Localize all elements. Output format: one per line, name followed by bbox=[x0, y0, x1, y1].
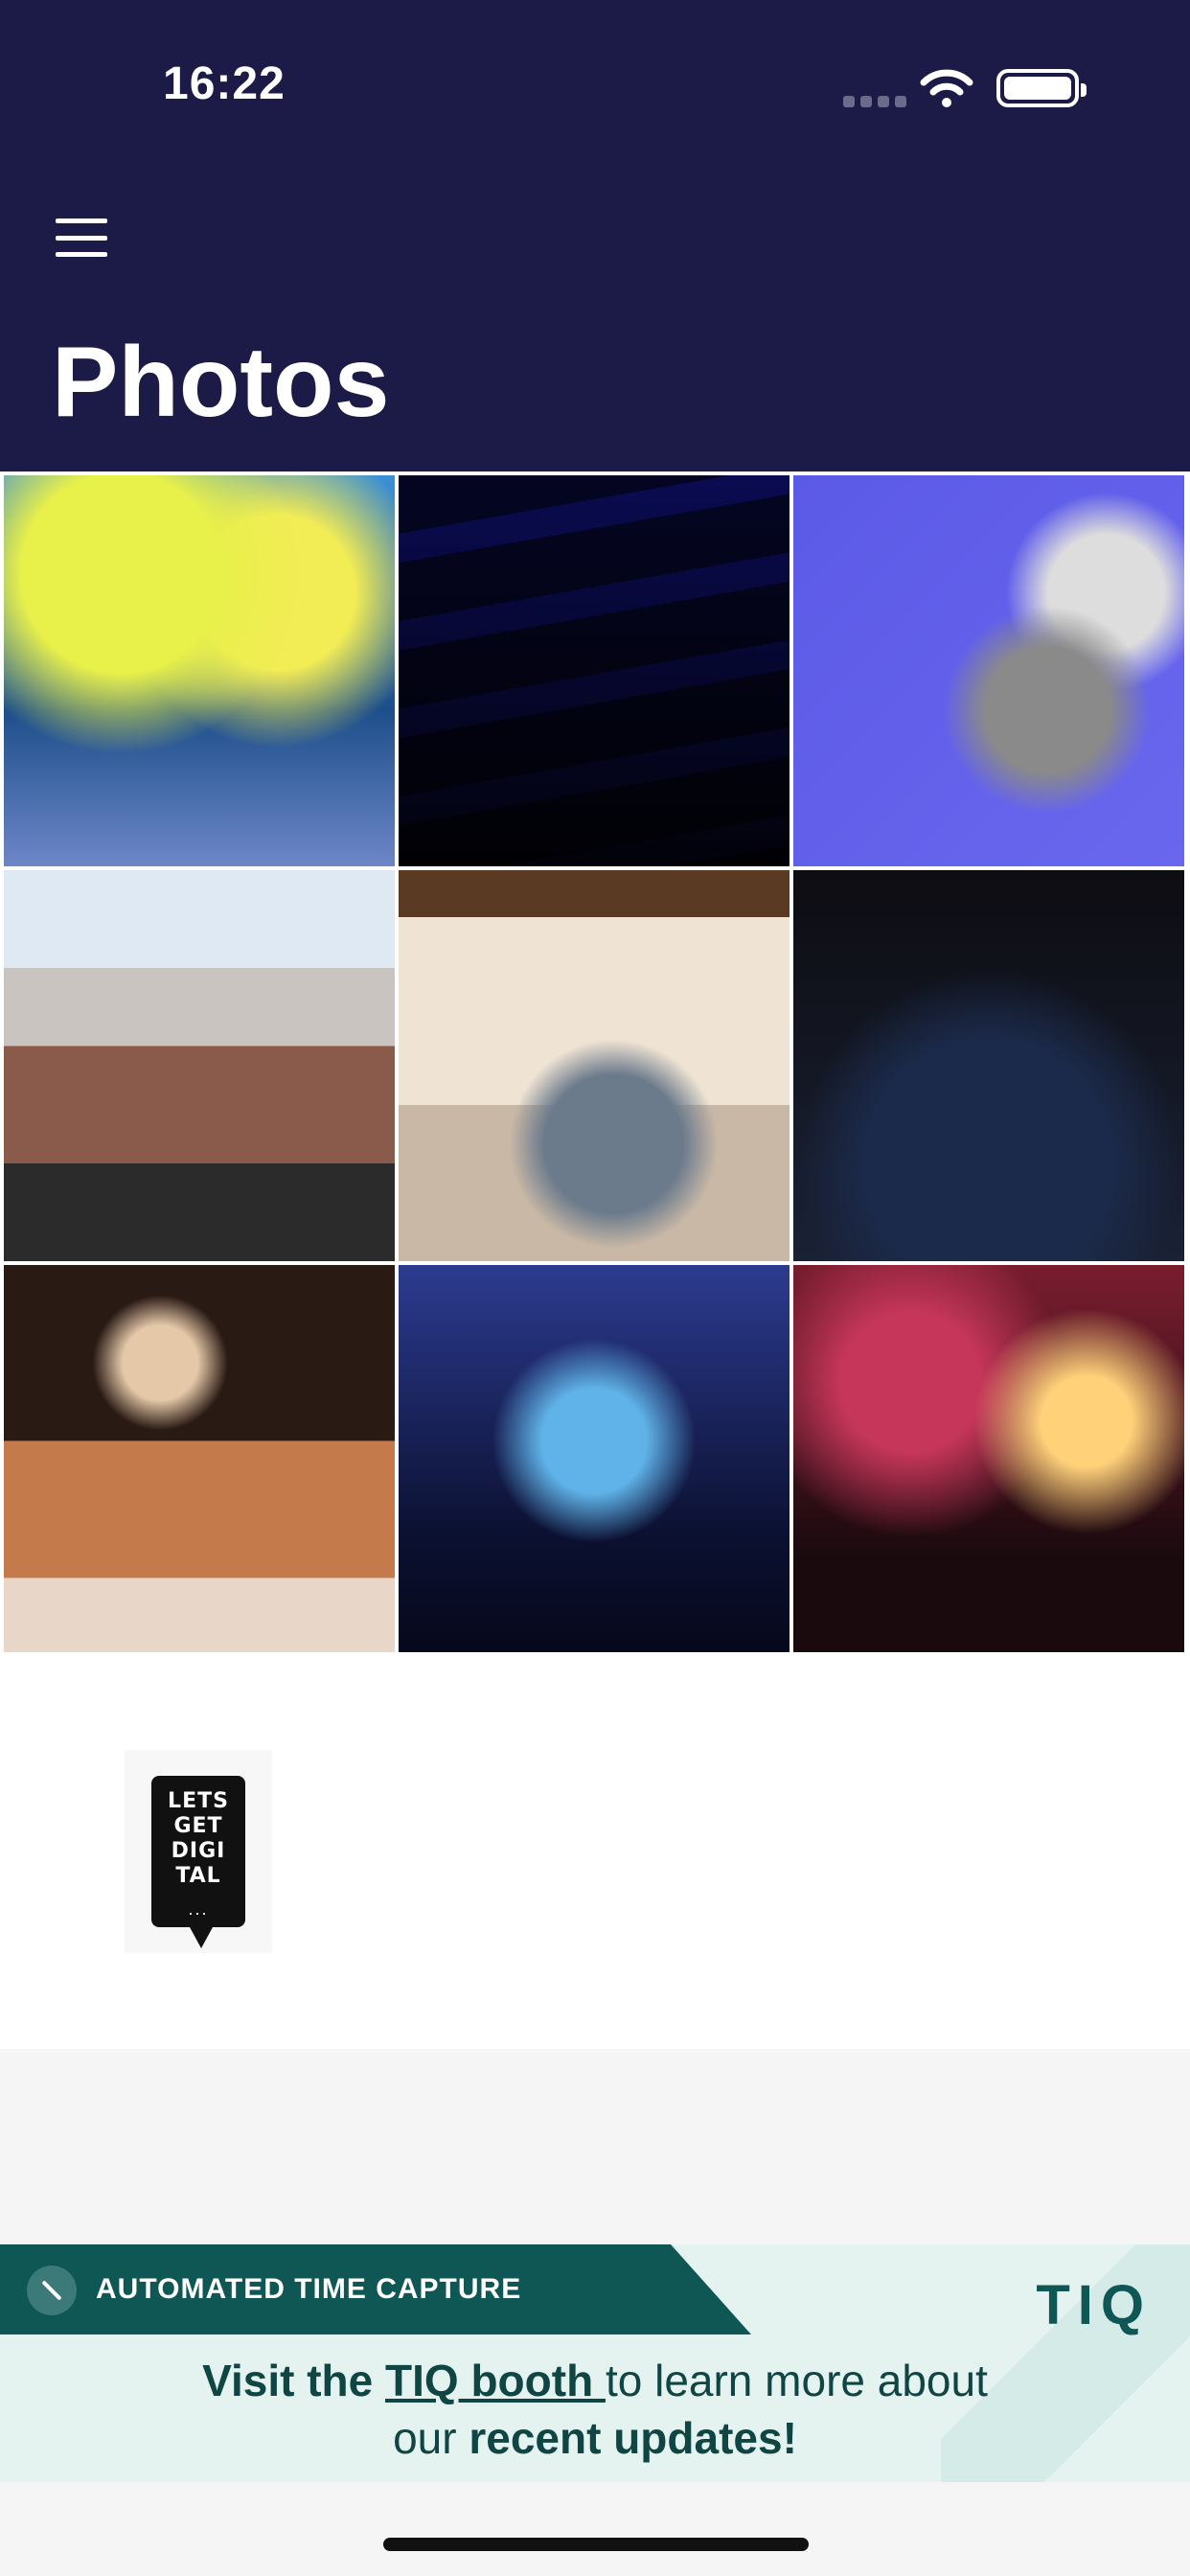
photo-thumbnail[interactable] bbox=[399, 475, 790, 866]
photo-thumbnail[interactable] bbox=[399, 870, 790, 1261]
home-indicator[interactable] bbox=[383, 2538, 809, 2551]
photo-thumbnail[interactable] bbox=[4, 1265, 395, 1656]
photo-thumbnail[interactable] bbox=[793, 870, 1184, 1261]
banner-text-bold: recent updates! bbox=[469, 2413, 797, 2463]
banner-text-suffix: to learn more about bbox=[605, 2356, 988, 2405]
menu-icon[interactable] bbox=[56, 218, 107, 257]
empty-area bbox=[0, 2049, 1190, 2244]
battery-icon bbox=[996, 69, 1087, 107]
logo-text: LETS GET DIGI TAL bbox=[168, 1789, 229, 1888]
status-time: 16:22 bbox=[163, 58, 286, 109]
photo-thumbnail[interactable] bbox=[4, 870, 395, 1261]
wifi-icon bbox=[920, 69, 973, 107]
banner-message: Visit the TIQ booth to learn more about … bbox=[0, 2352, 1190, 2467]
photo-thumbnail[interactable] bbox=[4, 475, 395, 866]
time-capture-icon bbox=[27, 2266, 77, 2315]
sponsor-section: LETS GET DIGI TAL ... bbox=[0, 1652, 1190, 2049]
cellular-signal-icon bbox=[843, 96, 906, 107]
banner-strip: AUTOMATED TIME CAPTURE bbox=[0, 2244, 751, 2334]
tiq-booth-link[interactable]: TIQ booth bbox=[385, 2356, 606, 2405]
banner-text-line2: our bbox=[393, 2413, 469, 2463]
photo-grid bbox=[0, 472, 1190, 1656]
app-header: 16:22 Photos bbox=[0, 0, 1190, 472]
lets-get-digital-logo[interactable]: LETS GET DIGI TAL ... bbox=[125, 1750, 272, 1953]
tiq-logo: TIQ bbox=[1036, 2274, 1152, 2336]
ad-banner[interactable]: AUTOMATED TIME CAPTURE TIQ Visit the TIQ… bbox=[0, 2244, 1190, 2482]
banner-strip-text: AUTOMATED TIME CAPTURE bbox=[96, 2273, 522, 2305]
photo-thumbnail[interactable] bbox=[793, 1265, 1184, 1656]
bottom-area bbox=[0, 2482, 1190, 2576]
photo-thumbnail[interactable] bbox=[399, 1265, 790, 1656]
page-title: Photos bbox=[52, 327, 390, 438]
banner-text-prefix: Visit the bbox=[202, 2356, 386, 2405]
photo-thumbnail[interactable] bbox=[793, 475, 1184, 866]
logo-dots: ... bbox=[188, 1899, 209, 1919]
speech-bubble-icon: LETS GET DIGI TAL ... bbox=[151, 1776, 245, 1948]
